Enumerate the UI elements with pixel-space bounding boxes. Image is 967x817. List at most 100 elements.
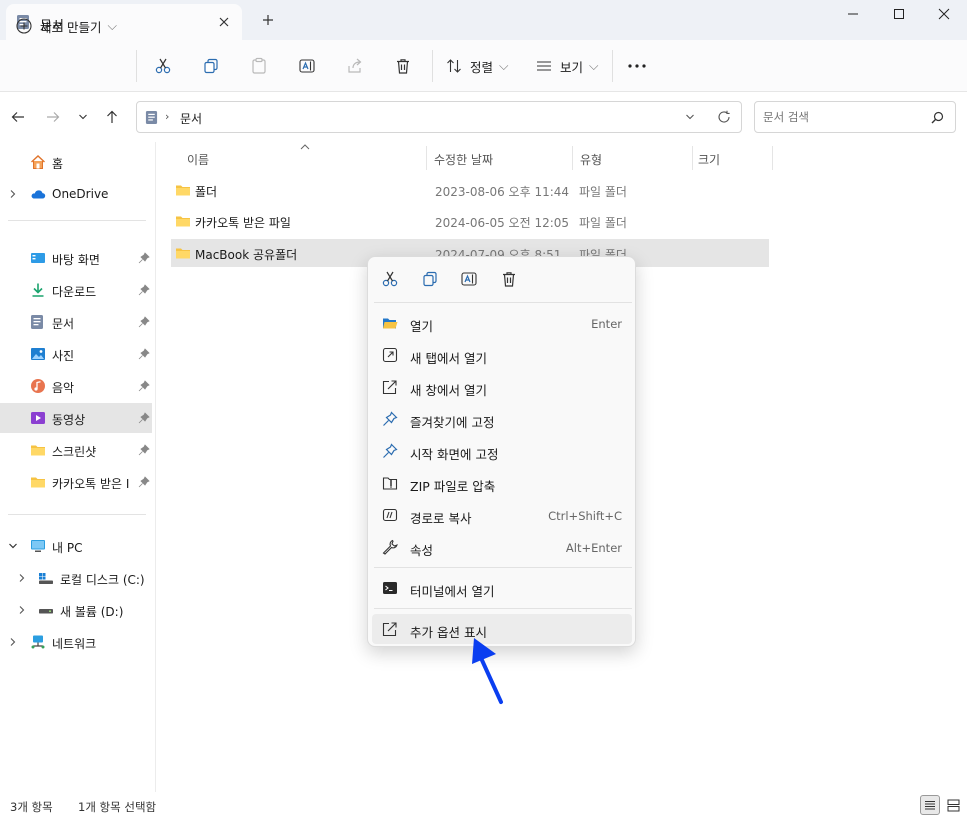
breadcrumb-chevron-icon: › [165,110,170,123]
trash-icon [394,57,412,75]
toolbar-divider [612,50,613,82]
address-history-chevron-icon[interactable] [685,112,695,122]
address-bar[interactable]: › 문서 [136,101,742,133]
sidebar-item-new-volume-d[interactable]: 새 볼륨 (D:) [0,595,152,625]
sidebar-label: 동영상 [52,413,86,427]
sidebar-item-documents[interactable]: 문서 [0,307,152,337]
rename-icon [298,57,316,75]
expand-chevron-icon[interactable] [8,189,18,199]
pin-icon [138,380,150,392]
new-window-icon [382,379,398,395]
refresh-icon[interactable] [717,110,731,124]
menu-item-properties[interactable]: 속성 Alt+Enter [372,532,632,562]
sidebar-item-videos[interactable]: 동영상 [0,403,152,433]
sort-button[interactable]: 정렬 ⌵ [446,52,509,80]
menu-item-open-new-window[interactable]: 새 창에서 열기 [372,372,632,402]
paste-button[interactable] [250,52,268,80]
menu-shortcut: Alt+Enter [565,541,622,555]
sidebar-label: 문서 [52,317,75,331]
column-divider[interactable] [426,146,427,170]
delete-button[interactable] [394,52,412,80]
search-input[interactable] [763,108,923,126]
sidebar-item-music[interactable]: 음악 [0,371,152,401]
copy-button[interactable] [202,52,220,80]
sidebar-label: 새 볼륨 (D:) [60,605,124,619]
sidebar-item-onedrive[interactable]: OneDrive [0,179,152,209]
cut-icon[interactable] [381,270,401,290]
maximize-button[interactable] [876,0,922,28]
new-button-label: 새로 만들기 [40,19,102,35]
expand-chevron-icon[interactable] [17,573,27,583]
copy-icon[interactable] [421,270,441,290]
pin-icon [138,476,150,488]
column-size[interactable]: 크기 [698,151,720,168]
column-modified[interactable]: 수정한 날짜 [434,151,493,168]
plus-circle-icon [16,18,32,34]
sidebar-item-screenshots[interactable]: 스크린샷 [0,435,152,465]
more-button[interactable] [627,52,647,80]
menu-item-pin-start[interactable]: 시작 화면에 고정 [372,436,632,466]
file-type: 파일 폴더 [579,216,627,230]
share-button[interactable] [346,52,364,80]
recent-locations-chevron-icon[interactable] [74,108,92,126]
sidebar-item-this-pc[interactable]: 내 PC [0,531,152,561]
menu-item-open[interactable]: 열기 Enter [372,308,632,338]
back-arrow-icon[interactable] [9,108,27,126]
pane-splitter[interactable] [155,142,156,792]
folder-icon [30,442,46,458]
file-row[interactable]: 카카오톡 받은 파일 2024-06-05 오전 12:05 파일 폴더 [171,207,769,235]
sidebar-divider [8,514,146,515]
up-arrow-icon[interactable] [103,108,121,126]
rename-icon[interactable] [460,270,480,290]
sidebar-item-desktop[interactable]: 바탕 화면 [0,243,152,273]
menu-label: 새 탭에서 열기 [410,351,487,366]
details-view-button[interactable] [920,795,940,815]
sidebar-item-network[interactable]: 네트워크 [0,627,152,657]
new-button[interactable]: 새로 만들기 ⌵ [16,12,117,40]
expand-chevron-icon[interactable] [8,637,18,647]
trash-icon[interactable] [500,270,520,290]
folder-icon [175,213,191,229]
menu-shortcut: Ctrl+Shift+C [548,509,622,523]
menu-divider [374,608,632,609]
minimize-button[interactable] [830,0,876,28]
terminal-icon [382,580,398,596]
toolbar-divider [136,50,137,82]
menu-label: 새 창에서 열기 [410,383,487,398]
menu-item-open-terminal[interactable]: 터미널에서 열기 [372,573,632,603]
close-window-button[interactable] [921,0,967,28]
picture-icon [30,346,46,362]
column-divider[interactable] [772,146,773,170]
rename-button[interactable] [298,52,316,80]
view-button[interactable]: 보기 ⌵ [536,52,599,80]
sidebar-label: 바탕 화면 [52,253,100,267]
menu-label: ZIP 파일로 압축 [410,479,496,494]
column-type[interactable]: 유형 [580,151,602,168]
menu-label: 열기 [410,319,434,334]
column-name[interactable]: 이름 [187,151,209,168]
expand-chevron-icon[interactable] [17,605,27,615]
sidebar-item-local-disk-c[interactable]: 로컬 디스크 (C:) [0,563,152,593]
cut-button[interactable] [154,52,172,80]
music-icon [30,378,46,394]
close-tab-icon[interactable] [216,14,232,30]
column-divider[interactable] [572,146,573,170]
file-row[interactable]: 폴더 2023-08-06 오후 11:44 파일 폴더 [171,176,769,204]
sidebar-item-pictures[interactable]: 사진 [0,339,152,369]
forward-arrow-icon[interactable] [44,108,62,126]
tiles-view-button[interactable] [944,796,962,814]
new-tab-plus-icon[interactable] [260,12,276,28]
sidebar-item-downloads[interactable]: 다운로드 [0,275,152,305]
breadcrumb-documents[interactable]: 문서 [180,110,202,127]
menu-item-pin-quick-access[interactable]: 즐겨찾기에 고정 [372,404,632,434]
sidebar-item-home[interactable]: 홈 [0,147,152,177]
menu-item-compress-zip[interactable]: ZIP 파일로 압축 [372,468,632,498]
collapse-chevron-icon[interactable] [8,541,18,551]
menu-item-open-new-tab[interactable]: 새 탭에서 열기 [372,340,632,370]
search-box[interactable] [754,101,956,133]
sidebar-label: 사진 [52,349,75,363]
column-divider[interactable] [692,146,693,170]
menu-item-copy-path[interactable]: 경로로 복사 Ctrl+Shift+C [372,500,632,530]
pointer-arrow-icon [468,636,508,706]
sidebar-item-kakaotalk[interactable]: 카카오톡 받은 I [0,467,152,497]
